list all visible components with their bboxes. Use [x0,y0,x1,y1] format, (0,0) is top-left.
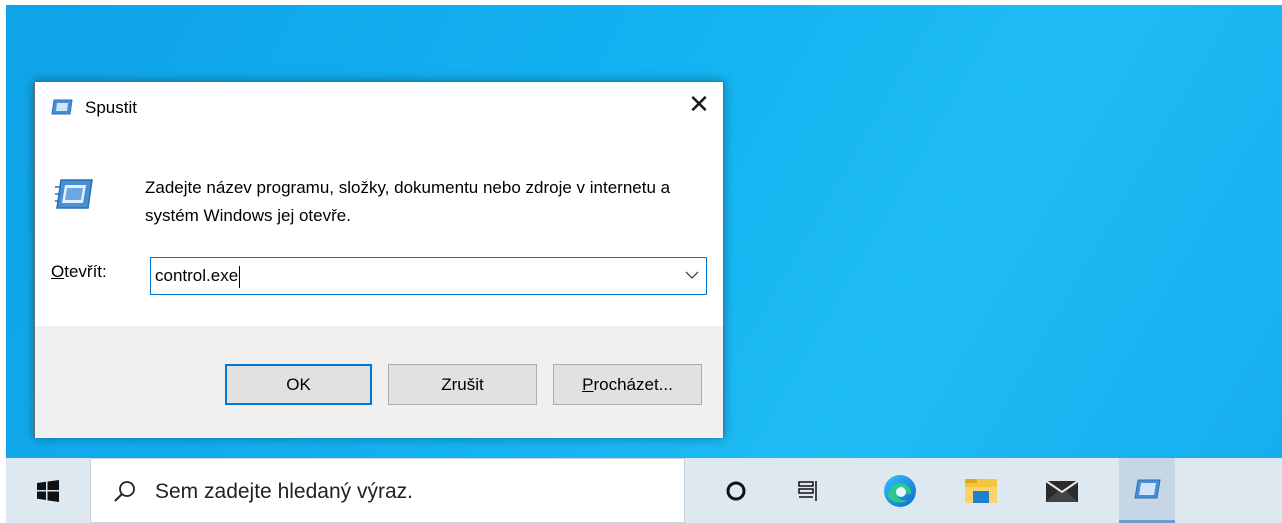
browse-accesskey: P [582,374,594,394]
title-bar[interactable]: Spustit ✕ [35,82,723,134]
mail-button[interactable] [1034,458,1090,523]
run-taskbar-button[interactable] [1119,458,1175,523]
chevron-down-icon[interactable] [684,267,700,283]
run-icon [51,99,73,115]
cortana-button[interactable] [708,458,764,523]
taskbar-search-box[interactable]: Sem zadejte hledaný výraz. [90,458,685,523]
open-label-accesskey: O [51,262,65,281]
file-explorer-icon [965,478,997,503]
taskbar: Sem zadejte hledaný výraz. [6,458,1282,523]
dialog-title: Spustit [85,98,137,117]
search-placeholder: Sem zadejte hledaný výraz. [155,480,413,503]
browse-label: rocházet... [593,374,673,394]
windows-start-icon [37,479,59,502]
open-label: Otevřít: [51,262,107,282]
cancel-button[interactable]: Zrušit [388,364,537,405]
run-program-icon [55,179,93,209]
search-icon [114,481,135,502]
file-explorer-button[interactable] [953,458,1009,523]
open-combobox[interactable]: control.exe [150,257,707,295]
close-button[interactable]: ✕ [675,82,723,126]
run-dialog: Spustit ✕ Zadejte název programu, složky… [34,81,724,438]
run-icon [1134,479,1161,499]
open-input[interactable]: control.exe [155,266,241,288]
mail-icon [1045,479,1079,502]
browse-button[interactable]: Procházet... [553,364,702,405]
task-view-icon [798,480,817,501]
start-button[interactable] [6,458,90,523]
cortana-icon [726,481,746,500]
close-icon: ✕ [688,88,710,119]
ok-button[interactable]: OK [225,364,372,405]
open-label-text: tevřít: [64,262,107,281]
dialog-description: Zadejte název programu, složky, dokument… [145,178,671,225]
edge-icon [884,474,916,507]
task-view-button[interactable] [781,458,837,523]
edge-button[interactable] [872,458,928,523]
